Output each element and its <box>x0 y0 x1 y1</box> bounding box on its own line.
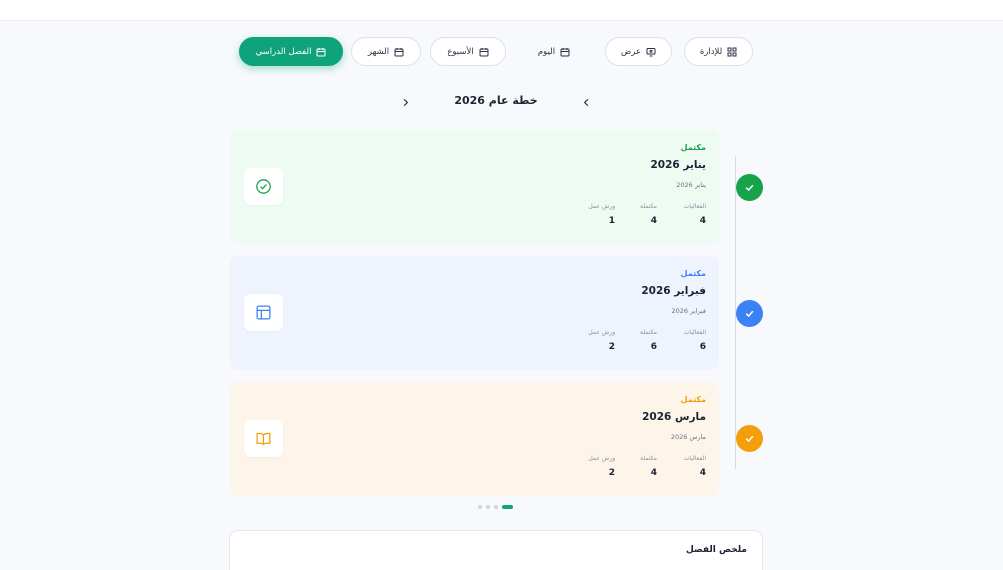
month-subtitle: مارس 2026 <box>670 433 706 441</box>
timeline-dot-february <box>736 300 763 327</box>
monitor-icon <box>646 47 656 56</box>
month-button[interactable]: الشهر <box>351 37 421 66</box>
stat-value: 2 <box>608 342 615 352</box>
card-icon-box <box>244 168 283 205</box>
timeline-dot-march <box>736 425 763 452</box>
chevron-right-icon <box>403 98 408 106</box>
calendar-icon <box>560 47 570 56</box>
page-dot-active[interactable] <box>502 505 513 509</box>
month-card-february[interactable]: مكتمل فبراير 2026 فبراير 2026 الفعاليات 6… <box>230 256 719 370</box>
month-title: يناير 2026 <box>650 159 706 171</box>
page-dot[interactable] <box>478 505 482 509</box>
status-badge: مكتمل <box>680 269 706 278</box>
semester-label: الفصل الدراسي <box>255 46 312 57</box>
month-subtitle: يناير 2026 <box>676 181 706 189</box>
check-icon <box>745 310 754 318</box>
stat-value: 1 <box>608 216 615 226</box>
stat-label: ورش عمل <box>588 455 615 462</box>
layout-icon <box>256 305 271 320</box>
check-icon <box>745 435 754 443</box>
year-title: خطة عام 2026 <box>454 94 538 107</box>
card-icon-box <box>244 420 283 457</box>
status-badge: مكتمل <box>680 143 706 152</box>
view-label: عرض <box>620 46 642 57</box>
timeline-dot-january <box>736 174 763 201</box>
view-button[interactable]: عرض <box>605 37 672 66</box>
book-open-icon <box>256 432 271 446</box>
top-bar <box>0 0 1003 21</box>
page-dot[interactable] <box>486 505 490 509</box>
semester-summary-panel: ملخص الفصل <box>229 530 763 570</box>
status-badge: مكتمل <box>680 395 706 404</box>
stat-workshops: ورش عمل 2 <box>555 455 615 478</box>
admin-button[interactable]: للإدارة <box>684 37 753 66</box>
month-subtitle: فبراير 2026 <box>671 307 706 315</box>
page-dot[interactable] <box>494 505 498 509</box>
check-circle-icon <box>256 179 271 194</box>
calendar-icon <box>479 47 489 56</box>
calendar-icon <box>394 47 404 56</box>
calendar-icon <box>316 47 326 56</box>
month-card-march[interactable]: مكتمل مارس 2026 مارس 2026 الفعاليات 4 مكت… <box>230 382 719 496</box>
stat-workshops: ورش عمل 1 <box>555 203 615 226</box>
semester-button[interactable]: الفصل الدراسي <box>239 37 343 66</box>
check-icon <box>745 184 754 192</box>
admin-label: للإدارة <box>699 46 723 57</box>
week-button[interactable]: الأسبوع <box>430 37 506 66</box>
stat-label: ورش عمل <box>588 329 615 336</box>
stat-value: 2 <box>608 468 615 478</box>
next-button[interactable] <box>398 95 412 109</box>
prev-button[interactable] <box>579 95 593 109</box>
summary-title: ملخص الفصل <box>686 545 747 555</box>
week-label: الأسبوع <box>447 46 474 57</box>
day-button[interactable]: اليوم <box>518 37 590 66</box>
month-title: مارس 2026 <box>642 411 706 423</box>
grid-icon <box>727 47 737 56</box>
month-label: الشهر <box>367 46 390 57</box>
pagination-dots <box>478 505 513 509</box>
day-label: اليوم <box>537 46 556 57</box>
month-card-january[interactable]: مكتمل يناير 2026 يناير 2026 الفعاليات 4 م… <box>230 130 719 244</box>
card-icon-box <box>244 294 283 331</box>
month-title: فبراير 2026 <box>641 285 706 297</box>
stat-workshops: ورش عمل 2 <box>555 329 615 352</box>
chevron-left-icon <box>583 98 588 106</box>
stat-label: ورش عمل <box>588 203 615 210</box>
